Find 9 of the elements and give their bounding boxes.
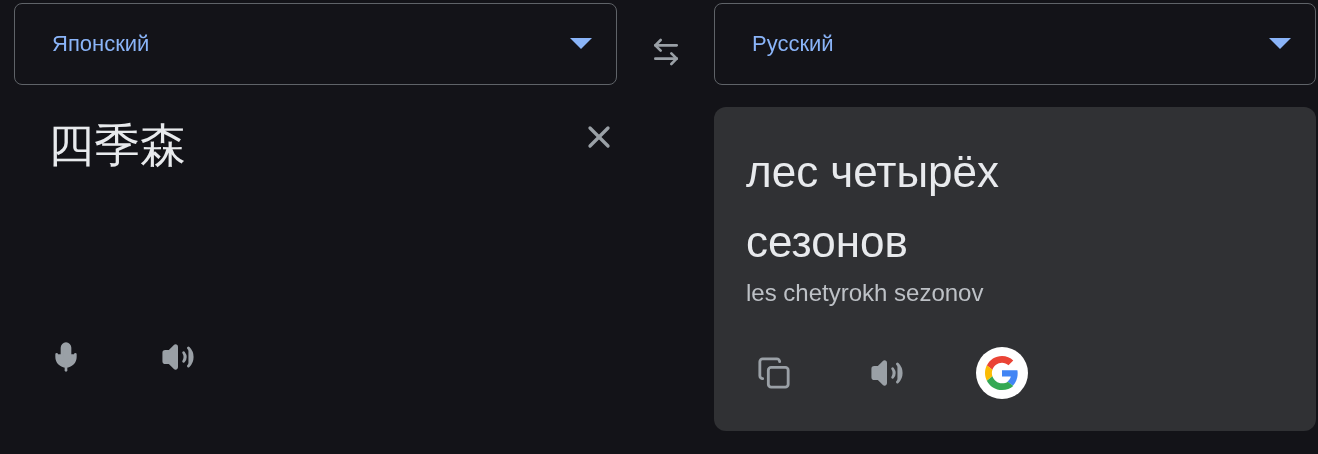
caret-icon xyxy=(1269,38,1291,50)
translation-text: лес четырёх сезонов xyxy=(746,146,1001,268)
caret-icon xyxy=(570,38,592,50)
source-language-select[interactable]: Японский xyxy=(14,3,617,85)
target-language-select[interactable]: Русский xyxy=(714,3,1316,85)
copy-icon xyxy=(757,356,791,390)
g-logo-button[interactable] xyxy=(976,347,1028,399)
source-text: 四季森 xyxy=(48,117,186,174)
transliteration-text: les chetyrokh sezonov xyxy=(746,279,985,307)
